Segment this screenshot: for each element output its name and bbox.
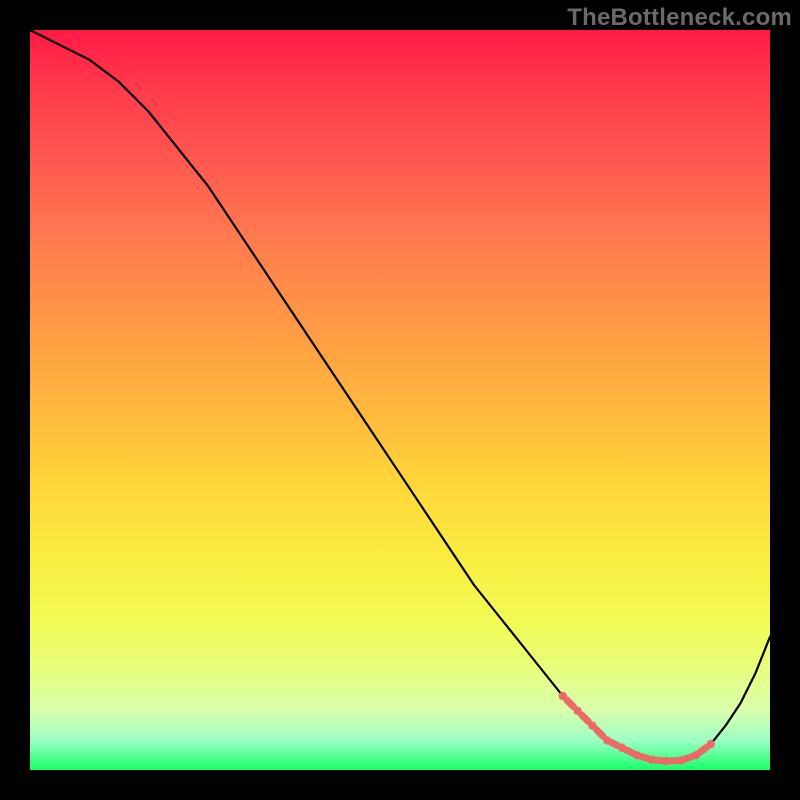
- valley-marker-dot: [707, 740, 715, 748]
- valley-marker-dot: [618, 744, 626, 752]
- valley-marker-dash: [641, 756, 648, 758]
- watermark-text: TheBottleneck.com: [567, 4, 792, 32]
- valley-marker-dash: [596, 730, 603, 737]
- valley-marker-dash: [626, 750, 633, 753]
- marker-group: [559, 692, 715, 766]
- plot-area: [30, 30, 770, 770]
- valley-marker-dot: [633, 751, 641, 759]
- valley-marker-dot: [692, 751, 700, 759]
- curve-group: [30, 30, 770, 761]
- valley-marker-dot: [573, 707, 581, 715]
- valley-marker-dash: [700, 747, 707, 752]
- chart-container: TheBottleneck.com: [0, 0, 800, 800]
- valley-marker-dash: [656, 760, 663, 761]
- valley-marker-dash: [582, 715, 589, 722]
- bottleneck-curve: [30, 30, 770, 761]
- valley-marker-dot: [677, 756, 685, 764]
- valley-marker-dash: [611, 742, 618, 745]
- chart-svg: [30, 30, 770, 770]
- valley-marker-dot: [647, 755, 655, 763]
- valley-marker-dot: [603, 736, 611, 744]
- valley-marker-dot: [588, 721, 596, 729]
- valley-marker-dot: [662, 757, 670, 765]
- valley-marker-dash: [685, 757, 692, 759]
- valley-marker-dot: [559, 692, 567, 700]
- valley-marker-dash: [567, 700, 574, 707]
